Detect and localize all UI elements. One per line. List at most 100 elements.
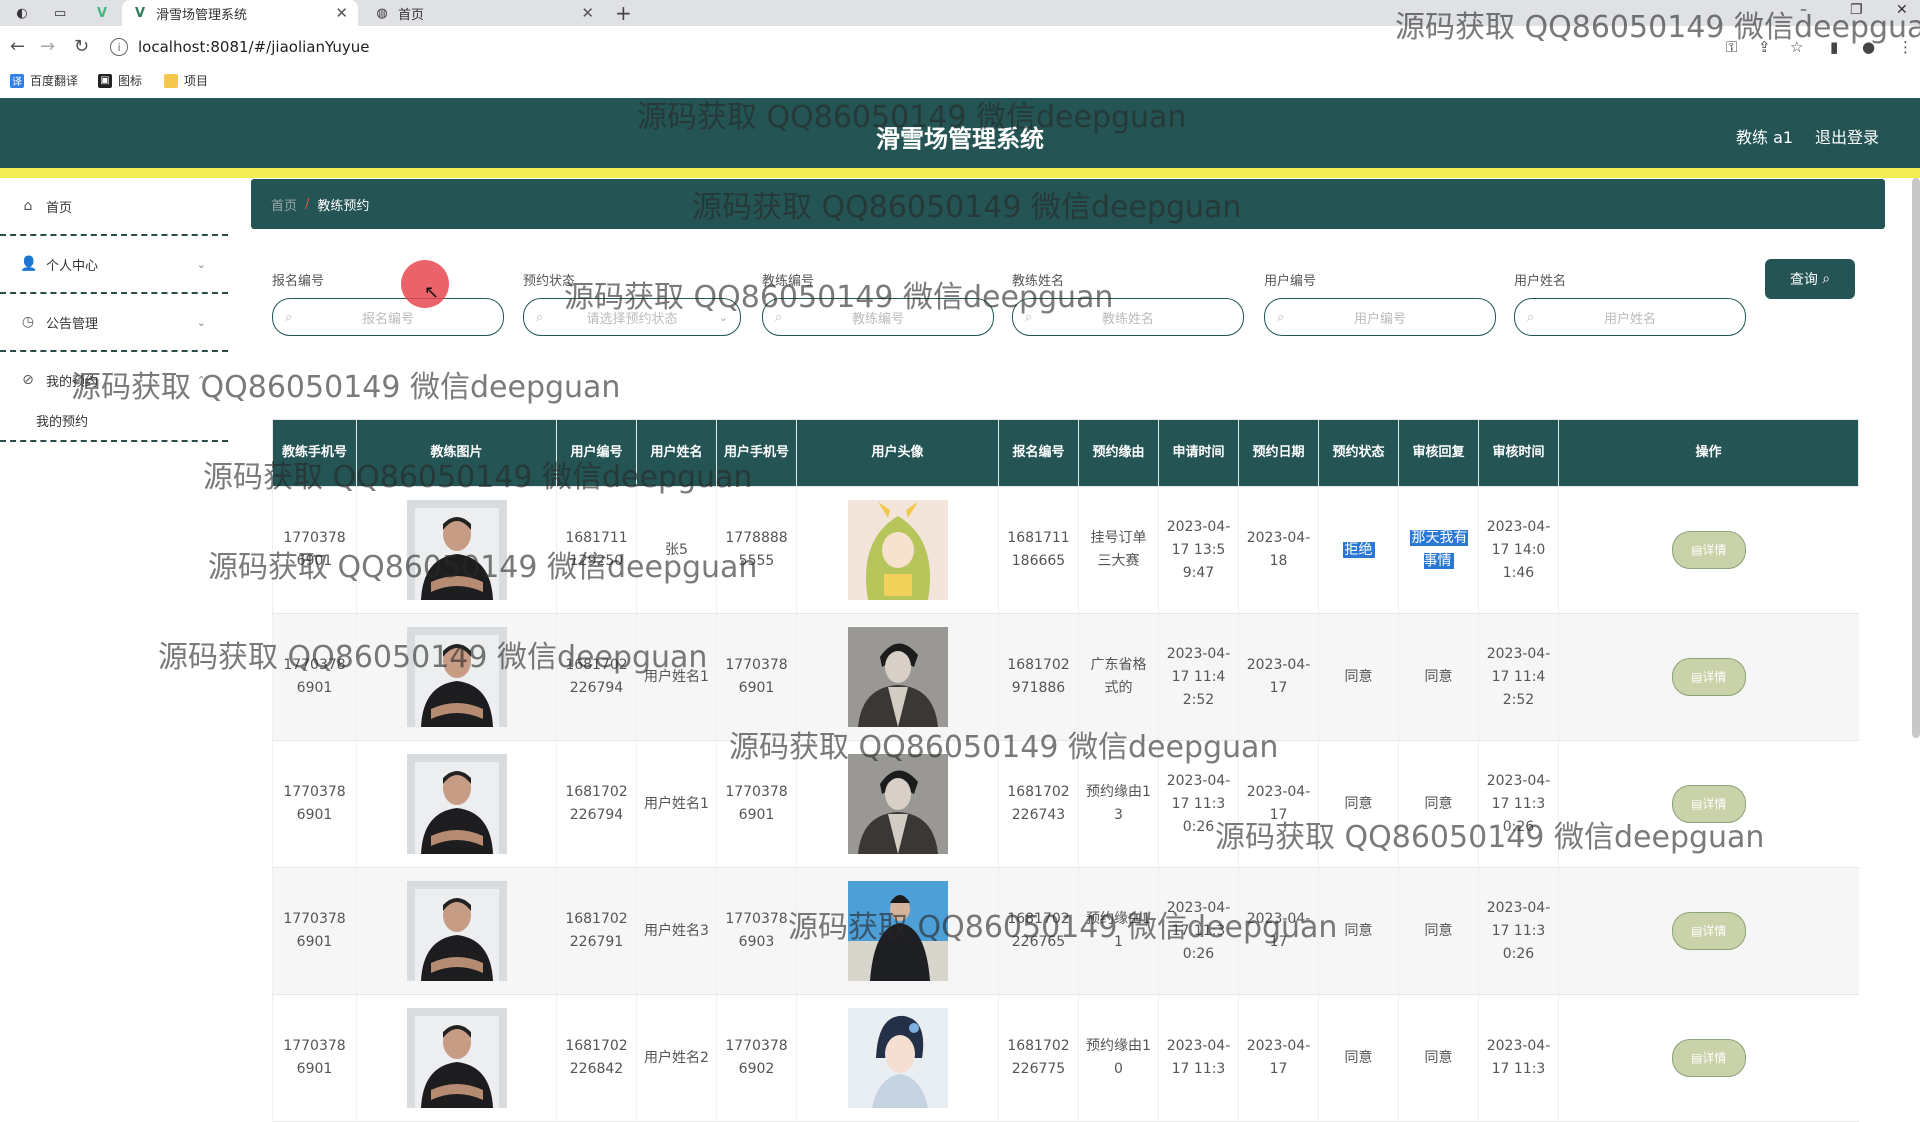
cell-text: 同意 (1424, 795, 1453, 812)
cell-text: 2023-04-17 (1246, 911, 1311, 950)
table-row: 17703786901 1681702226842 用户姓名2 17703786902… (272, 994, 1859, 1122)
search-icon: ⌕ (1527, 309, 1535, 325)
table-cell: 同意 (1318, 867, 1399, 995)
signup-no-input[interactable]: ⌕ 报名编号 (272, 298, 504, 336)
cell-text: 预约缘由11 (1086, 911, 1151, 950)
share-icon[interactable]: ⇪ (1758, 38, 1771, 56)
bookmark-icons[interactable]: ▣ 图标 (98, 72, 142, 89)
vue-tab-icon[interactable]: V (86, 0, 116, 26)
user-avatar-cell (796, 867, 999, 995)
restore-icon[interactable]: ❐ (1850, 2, 1863, 18)
vue-logo-icon: V (134, 5, 146, 21)
cell-text: 2023-04-18 (1246, 530, 1311, 569)
table-cell: 1681702226842 (556, 994, 637, 1122)
table-cell: 1681702226775 (998, 994, 1079, 1122)
user-avatar (847, 754, 948, 854)
actions-cell: ▤ 详情 (1558, 994, 1859, 1122)
browser-tab[interactable]: ◍ 首页 ✕ (364, 0, 604, 26)
cell-text: 1681702226842 (565, 1038, 628, 1077)
table-cell: 预约缘由11 (1078, 867, 1159, 995)
search-icon: ⌕ (285, 309, 293, 325)
cell-text: 17703786901 (283, 784, 346, 823)
coach-name-input[interactable]: ⌕ 教练姓名 (1012, 298, 1244, 336)
table-cell: 2023-04-17 (1238, 994, 1319, 1122)
column-header: 预约日期 (1238, 419, 1319, 487)
detail-button[interactable]: ▤ 详情 (1671, 785, 1746, 823)
browser-tab-pinned[interactable]: ▭ (44, 0, 74, 26)
close-tab-icon[interactable]: ✕ (335, 4, 348, 22)
table-cell: 1681702226765 (998, 867, 1079, 995)
more-icon[interactable]: ⋮ (1898, 38, 1913, 56)
forward-icon[interactable]: → (40, 36, 55, 57)
column-header: 用户编号 (556, 419, 637, 487)
coach-no-input[interactable]: ⌕ 教练编号 (762, 298, 994, 336)
minimize-icon[interactable]: – (1800, 2, 1807, 18)
coach-photo (406, 881, 507, 981)
info-icon: i (110, 38, 128, 56)
browser-tab-active[interactable]: V 滑雪场管理系统 ✕ (122, 0, 358, 26)
query-button[interactable]: 查询 ⌕ (1765, 259, 1855, 299)
table-cell: 2023-04-17 11:42:52 (1478, 613, 1559, 741)
key-icon[interactable]: ⚿ (1726, 38, 1737, 56)
table-cell: 1681702226743 (998, 740, 1079, 868)
detail-button[interactable]: ▤ 详情 (1671, 531, 1746, 569)
user-avatar-cell (796, 486, 999, 614)
table-cell: 2023-04-17 11:30:26 (1158, 740, 1239, 868)
window-close-icon[interactable]: ✕ (1896, 2, 1908, 18)
cell-text: 17703786901 (283, 657, 346, 696)
user-name-input[interactable]: ⌕ 用户姓名 (1514, 298, 1746, 336)
table-cell: 2023-04-17 11:42:52 (1158, 613, 1239, 741)
table-cell: 用户姓名1 (636, 740, 717, 868)
cell-text: 用户姓名2 (644, 1049, 709, 1066)
document-icon: ▤ (1691, 796, 1703, 811)
url-field[interactable]: i localhost:8081/#/jiaolianYuyue (110, 33, 1710, 61)
table-cell: 17703786901 (272, 740, 357, 868)
column-header: 报名编号 (998, 419, 1079, 487)
breadcrumb: 首页 / 教练预约 (251, 179, 1885, 229)
bookmark-project[interactable]: 项目 (164, 72, 208, 89)
search-icon: ⌕ (1025, 309, 1033, 325)
detail-button[interactable]: ▤ 详情 (1671, 658, 1746, 696)
cell-text: 2023-04-17 11:3 (1486, 1038, 1551, 1077)
status-select[interactable]: ⌕ 请选择预约状态 ⌄ (523, 298, 741, 336)
detail-button[interactable]: ▤ 详情 (1671, 912, 1746, 950)
close-tab-icon[interactable]: ✕ (581, 4, 594, 22)
cell-text: 1681702226794 (565, 657, 628, 696)
browser-menu-icon[interactable]: ◐ (6, 0, 36, 26)
user-no-input[interactable]: ⌕ 用户编号 (1264, 298, 1496, 336)
filter-label-coach-name: 教练姓名 (1012, 274, 1065, 289)
user-avatar (847, 500, 948, 600)
table-cell: 那天我有事情 (1398, 486, 1479, 614)
sidebar-subitem-my-bookings[interactable]: 我的预约 (0, 400, 228, 442)
sidebar-item-profile[interactable]: 👤 个人中心 ⌄ (0, 236, 228, 294)
profile-icon[interactable]: ● (1862, 38, 1875, 56)
table-cell: 17703786901 (272, 867, 357, 995)
detail-button[interactable]: ▤ 详情 (1671, 1039, 1746, 1077)
coach-photo (406, 1008, 507, 1108)
cell-text: 同意 (1344, 795, 1373, 812)
cell-text: 2023-04-17 (1246, 657, 1311, 696)
cell-text: 2023-04-17 11:30:26 (1166, 899, 1231, 962)
sidepanel-icon[interactable]: ▮ (1830, 38, 1838, 56)
back-icon[interactable]: ← (10, 36, 25, 57)
table-cell: 同意 (1398, 867, 1479, 995)
star-icon[interactable]: ☆ (1790, 38, 1803, 56)
breadcrumb-home[interactable]: 首页 (271, 195, 297, 214)
table-cell: 同意 (1318, 613, 1399, 741)
logout-link[interactable]: 退出登录 (1815, 124, 1879, 148)
cell-text: 1681702226775 (1007, 1038, 1070, 1077)
sidebar-item-home[interactable]: ⌂ 首页 (0, 178, 228, 236)
column-header: 操作 (1558, 419, 1859, 487)
home-icon: ⌂ (23, 198, 33, 214)
document-icon: ▤ (1691, 923, 1703, 938)
bookmark-baidu-translate[interactable]: 译 百度翻译 (10, 72, 78, 89)
cell-text: 2023-04-17 (1246, 784, 1311, 823)
new-tab-icon[interactable]: + (615, 0, 632, 26)
reload-icon[interactable]: ↻ (74, 36, 89, 57)
sidebar-item-announcements[interactable]: ◷ 公告管理 ⌄ (0, 294, 228, 352)
cell-text: 2023-04-17 (1246, 1038, 1311, 1077)
table-cell: 用户姓名2 (636, 994, 717, 1122)
page-scrollbar[interactable] (1912, 178, 1920, 738)
table-cell: 广东省格式的 (1078, 613, 1159, 741)
header-accent-bar (0, 168, 1920, 178)
